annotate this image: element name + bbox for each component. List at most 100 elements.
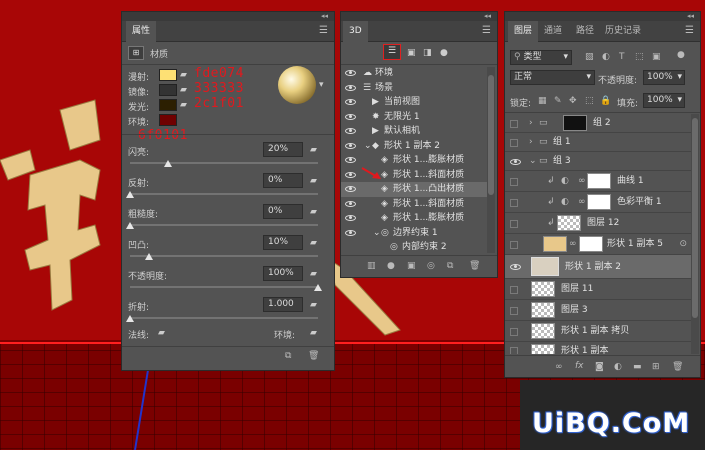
tab-layers-1[interactable]: 通道 <box>538 21 568 42</box>
collapse-icon[interactable]: ◂◂ <box>484 12 491 21</box>
visibility-eye-icon[interactable] <box>345 128 356 134</box>
filter-scene-icon[interactable]: ☰ <box>383 44 401 60</box>
scene-tree-item[interactable]: ✸ 无限光 1 <box>341 110 487 125</box>
material-preview-sphere[interactable] <box>278 66 316 104</box>
texture-map-icon[interactable]: ▰ <box>310 207 317 217</box>
expand-chevron-icon[interactable]: ⌄ <box>529 156 537 166</box>
texture-map-icon[interactable]: ▰ <box>310 300 317 310</box>
visibility-eye-icon[interactable] <box>510 158 521 165</box>
slider-value-field[interactable]: 0% <box>263 204 303 219</box>
trash-icon[interactable]: 🗑 <box>308 351 319 361</box>
scene-tree-item[interactable]: ▶ 当前视图 <box>341 95 487 110</box>
render-icon[interactable]: ▣ <box>407 261 416 271</box>
layer-row[interactable]: › ▭ 组 2 <box>505 114 691 133</box>
texture-map-icon[interactable]: ▰ <box>310 238 317 248</box>
slider-value-field[interactable]: 1.000 <box>263 297 303 312</box>
layer-row[interactable]: ↲ 图层 12 <box>505 213 691 234</box>
texture-map-icon[interactable]: ▰ <box>310 269 317 279</box>
filter-toggle-icon[interactable]: ● <box>677 50 685 60</box>
scrollbar[interactable] <box>487 67 495 253</box>
filter-shape-icon[interactable]: ⬚ <box>635 52 644 62</box>
scene-tree-item[interactable]: ☰ 场景 <box>341 81 487 96</box>
slider-track[interactable] <box>130 224 318 226</box>
visibility-eye-icon[interactable] <box>345 84 356 91</box>
illumination-color-swatch[interactable] <box>159 99 177 111</box>
render-icon[interactable]: ⧉ <box>285 351 291 361</box>
preview-dropdown-icon[interactable]: ▾ <box>319 80 324 90</box>
filter-material-icon[interactable]: ◨ <box>423 48 432 58</box>
diffuse-color-swatch[interactable] <box>159 69 177 81</box>
panel-menu-icon[interactable]: ☰ <box>482 25 491 37</box>
lock-transparent-icon[interactable]: ▦ <box>538 96 547 106</box>
environment-map-icon[interactable]: ▰ <box>310 328 317 338</box>
expand-chevron-icon[interactable]: ⌄ <box>364 139 372 154</box>
add-mask-icon[interactable]: ◙ <box>595 362 604 372</box>
expand-chevron-icon[interactable]: › <box>529 118 533 128</box>
new-layer-icon[interactable]: ⊞ <box>652 362 660 372</box>
scene-tree-item[interactable]: ⌄ ◎ 边界约束 1 <box>341 226 487 241</box>
diffuse-texture-icon[interactable]: ▰ <box>180 70 187 80</box>
visibility-eye-icon[interactable] <box>345 113 356 120</box>
scene-tree-item[interactable]: ◈ 形状 1...斜面材质 <box>341 197 487 212</box>
scene-tree-item[interactable]: ◈ 形状 1...凸出材质 <box>341 182 487 197</box>
expand-chevron-icon[interactable]: › <box>529 137 533 147</box>
new-object-icon[interactable]: ▥ <box>367 261 376 271</box>
visibility-eye-icon[interactable] <box>345 99 356 105</box>
specular-texture-icon[interactable]: ▰ <box>180 85 187 95</box>
layer-row[interactable]: 图层 11 <box>505 279 691 300</box>
trash-icon[interactable]: 🗑 <box>672 362 683 372</box>
lock-artboard-icon[interactable]: ⬚ <box>585 96 594 106</box>
filter-type-select[interactable]: ⚲ 类型 ▾ <box>510 50 572 65</box>
ambient-color-swatch[interactable] <box>159 114 177 126</box>
slider-value-field[interactable]: 10% <box>263 235 303 250</box>
slider-knob[interactable] <box>314 284 322 291</box>
collapse-icon[interactable]: ◂◂ <box>321 12 328 21</box>
lock-image-icon[interactable]: ✎ <box>554 96 562 106</box>
tab-layers-2[interactable]: 路径 <box>570 21 600 42</box>
visibility-toggle[interactable] <box>510 285 518 294</box>
visibility-toggle[interactable] <box>510 198 518 207</box>
filter-adjustment-icon[interactable]: ◐ <box>602 52 610 62</box>
visibility-eye-icon[interactable] <box>345 157 356 163</box>
layer-row[interactable]: 形状 1 副本 拷贝 <box>505 321 691 342</box>
slider-value-field[interactable]: 20% <box>263 142 303 157</box>
tab-properties[interactable]: 属性 <box>126 21 157 42</box>
slider-track[interactable] <box>130 286 318 288</box>
lock-all-icon[interactable]: 🔒 <box>600 96 611 106</box>
link-layers-icon[interactable]: ∞ <box>555 362 563 372</box>
layer-row[interactable]: 形状 1 副本 2 <box>505 255 691 279</box>
slider-track[interactable] <box>130 255 318 257</box>
visibility-eye-icon[interactable] <box>345 171 356 178</box>
slider-knob[interactable] <box>126 191 134 198</box>
specular-color-swatch[interactable] <box>159 84 177 96</box>
layer-row[interactable]: ⌄ ▭ 组 3 <box>505 152 691 171</box>
slider-knob[interactable] <box>163 160 172 167</box>
material-type-icon[interactable]: ⊞ <box>128 46 144 60</box>
visibility-toggle[interactable] <box>510 347 518 354</box>
layer-row[interactable]: 图层 3 <box>505 300 691 321</box>
visibility-toggle[interactable] <box>510 327 518 336</box>
visibility-eye-icon[interactable] <box>345 70 356 76</box>
fx-icon[interactable]: fx <box>575 361 584 371</box>
visibility-eye-icon[interactable] <box>345 186 356 192</box>
slider-value-field[interactable]: 100% <box>263 266 303 281</box>
slider-value-field[interactable]: 0% <box>263 173 303 188</box>
normal-map-icon[interactable]: ▰ <box>158 328 165 338</box>
collapse-icon[interactable]: ◂◂ <box>687 12 694 21</box>
filter-light-icon[interactable]: ● <box>440 48 448 58</box>
slider-track[interactable] <box>130 317 318 319</box>
slider-knob[interactable] <box>144 253 153 260</box>
slider-knob[interactable] <box>126 222 134 229</box>
texture-map-icon[interactable]: ▰ <box>310 176 317 186</box>
tab-layers-3[interactable]: 历史记录 <box>599 21 647 42</box>
lock-position-icon[interactable]: ✥ <box>569 96 577 106</box>
tab-layers-0[interactable]: 图层 <box>508 21 539 42</box>
visibility-toggle[interactable] <box>510 138 518 147</box>
new-group-icon[interactable]: ▬ <box>633 362 642 372</box>
visibility-eye-icon[interactable] <box>345 142 356 149</box>
layer-row[interactable]: › ▭ 组 1 <box>505 133 691 152</box>
scene-tree-item[interactable]: ◈ 形状 1...膨胀材质 <box>341 211 487 226</box>
illumination-texture-icon[interactable]: ▰ <box>180 100 187 110</box>
visibility-toggle[interactable] <box>510 219 518 228</box>
scene-tree-item[interactable]: ▶ 默认相机 <box>341 124 487 139</box>
